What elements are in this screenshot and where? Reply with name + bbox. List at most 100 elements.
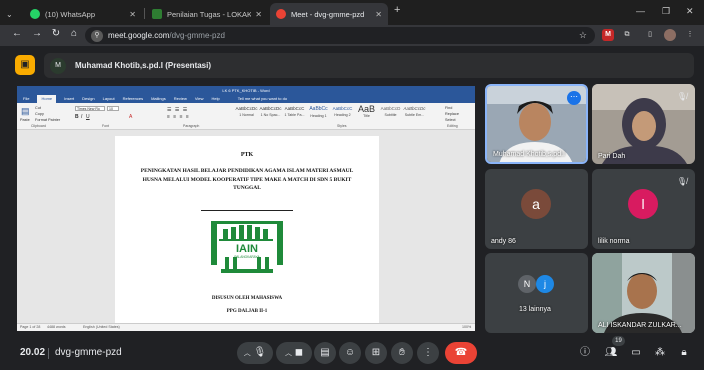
word-canvas: PTK PENINGKATAN HASIL BELAJAR PENDIDIKAN… [17, 136, 475, 323]
sidebar-icon[interactable]: ▯ [644, 29, 656, 41]
word-menu-review: Review [173, 96, 187, 101]
participant-tile-pari-dah[interactable]: 🎙︎̸ Pari Dah [592, 84, 695, 164]
present-button[interactable]: ⊞ [365, 342, 387, 364]
bar-divider [48, 348, 49, 359]
word-menu-mailings: Mailings [151, 96, 166, 101]
group-font: Font [102, 124, 110, 128]
people-button[interactable]: 👥︎ [603, 345, 619, 361]
extensions-puzzle-icon[interactable]: ⧉ [621, 29, 633, 41]
group-clipboard: Clipboard [31, 124, 46, 128]
participant-avatar: a [521, 189, 551, 219]
camera-button[interactable]: ︿ ◼︎ [276, 342, 312, 364]
more-options-button[interactable]: ⋮ [417, 342, 439, 364]
word-ribbon: ▤ Paste Cut Copy Format Painter Clipboar… [17, 103, 475, 130]
find-label: Find [445, 106, 453, 110]
doc-program-line: PPG DALJAB II-1 [226, 309, 268, 314]
group-editing: Editing [447, 124, 458, 128]
close-icon[interactable]: ✕ [375, 10, 382, 19]
align-icon: ≡ ≡ ≡ ≡ [167, 114, 190, 120]
select-label: Select [445, 118, 456, 122]
word-menu-design: Design [82, 96, 95, 101]
meeting-time: 20.02 [20, 347, 46, 358]
word-status-bar: Page 1 of 28 4488 words English (United … [17, 323, 475, 331]
emoji-icon: ☺ [344, 347, 356, 358]
participant-tile-ali[interactable]: ALI ISKANDAR ZULKAR... [592, 253, 695, 333]
presenter-label: Muhamad Khotib,s.pd.I (Presentasi) [75, 61, 212, 70]
captions-button[interactable]: ▤ [314, 342, 336, 364]
site-info-icon[interactable]: ⚲ [91, 29, 103, 42]
extension-m-icon[interactable]: M [602, 29, 614, 41]
font-size-box: 10 [107, 106, 119, 111]
close-icon[interactable]: ✕ [255, 10, 262, 19]
style-subtitle: AaBbCcD Subtitle [380, 106, 401, 117]
word-menu-file: File [23, 96, 30, 101]
participant-avatar: l [628, 189, 658, 219]
browser-tab-strip: ⌄ (10) WhatsApp ✕ Penilaian Tugas - LOKA… [0, 0, 704, 26]
underline-icon: U [86, 114, 90, 120]
close-icon[interactable]: ✕ [129, 10, 136, 19]
forward-button[interactable]: → [30, 28, 44, 39]
word-menu-bar: File Home Insert Design Layout Reference… [17, 95, 475, 103]
maximize-button[interactable]: ❐ [662, 6, 670, 17]
browser-toolbar: ← → ↻ ⌂ ⚲ meet.google.com/dvg-gmme-pzd ☆… [0, 25, 704, 46]
profile-avatar[interactable] [664, 29, 676, 41]
font-color-icon: A [129, 114, 133, 120]
meeting-info-button[interactable]: ⓘ [577, 345, 593, 361]
activities-button[interactable]: ⁂ [652, 345, 668, 361]
close-window-button[interactable]: ✕ [686, 6, 694, 17]
font-name-box: Times New Ro [75, 106, 105, 111]
shared-screen: LK 6 PTK_KHOTIB - Word File Home Insert … [17, 86, 475, 331]
lock-person-icon: 🔒︎ [681, 347, 687, 358]
doc-heading: PTK [240, 152, 254, 158]
format-painter-label: Format Painter [35, 118, 61, 122]
chevron-up-icon[interactable]: ︿ [285, 350, 292, 357]
microphone-icon: 🎙︎ [253, 347, 267, 358]
home-button[interactable]: ⌂ [67, 28, 81, 39]
chevron-up-icon[interactable]: ︿ [244, 350, 251, 357]
people-count-badge: 19 [612, 336, 625, 346]
more-vert-icon: ⋮ [423, 347, 433, 358]
participant-tile-lilik[interactable]: 🎙︎̸ l lilik norma [592, 169, 695, 249]
leave-call-button[interactable]: ☎︎ [445, 342, 477, 364]
minimize-button[interactable]: — [636, 6, 645, 16]
whatsapp-icon [30, 9, 40, 19]
participant-name: 13 lainnya [519, 306, 551, 313]
status-zoom: 100% [462, 325, 472, 329]
tab-whatsapp[interactable]: (10) WhatsApp ✕ [24, 3, 142, 25]
word-menu-layout: Layout [102, 96, 115, 101]
bookmark-star-icon[interactable]: ☆ [579, 30, 587, 41]
url-host: meet.google.com [108, 31, 170, 40]
emoji-button[interactable]: ☺ [339, 342, 361, 364]
present-screen-icon: ⊞ [371, 347, 381, 358]
back-button[interactable]: ← [10, 28, 24, 39]
reload-button[interactable]: ↻ [49, 28, 63, 39]
mic-button[interactable]: ︿ 🎙︎ [237, 342, 273, 364]
presenter-banner[interactable]: M Muhamad Khotib,s.pd.I (Presentasi) [44, 53, 694, 78]
document-page: PTK PENINGKATAN HASIL BELAJAR PENDIDIKAN… [115, 136, 379, 323]
chat-button[interactable]: ▭ [628, 345, 644, 361]
doc-title: PENINGKATAN HASIL BELAJAR PENDIDIKAN AGA… [140, 168, 354, 191]
style-normal: AaBbCcDc 1 Normal [235, 106, 258, 117]
participant-tile-others[interactable]: N j 13 lainnya [485, 253, 588, 333]
participant-avatar: j [536, 275, 554, 293]
more-options-icon[interactable]: ⋯ [567, 91, 581, 105]
iain-logo: IAIN PALANGKARAYA [211, 221, 283, 273]
new-tab-button[interactable]: + [394, 4, 400, 16]
svg-text:IAIN: IAIN [236, 243, 258, 255]
participant-video [592, 253, 695, 333]
copy-label: Copy [35, 112, 44, 116]
browser-menu-icon[interactable]: ⋮ [684, 29, 696, 41]
participant-tile-andy[interactable]: a andy 86 [485, 169, 588, 249]
participant-name: ALI ISKANDAR ZULKAR... [598, 322, 682, 329]
participant-name: lilik norma [598, 238, 630, 245]
tab-search-button[interactable]: ⌄ [0, 3, 20, 25]
address-bar[interactable]: ⚲ meet.google.com/dvg-gmme-pzd ☆ [85, 27, 595, 44]
tab-lokakarya[interactable]: Penilaian Tugas - LOKAKARYA ✕ [146, 3, 268, 25]
style-title: AaB Title [357, 104, 375, 118]
host-controls-button[interactable]: 🔒︎ [676, 345, 692, 361]
tab-meet[interactable]: Meet - dvg-gmme-pzd ✕ [270, 3, 388, 25]
participant-name: Muhamad Khotib,s.pd.I [493, 151, 565, 158]
presentation-icon[interactable]: ▣ [15, 55, 35, 75]
participant-tile-presenter[interactable]: ⋯ Muhamad Khotib,s.pd.I [485, 84, 588, 164]
raise-hand-button[interactable]: ✋︎ [391, 342, 413, 364]
